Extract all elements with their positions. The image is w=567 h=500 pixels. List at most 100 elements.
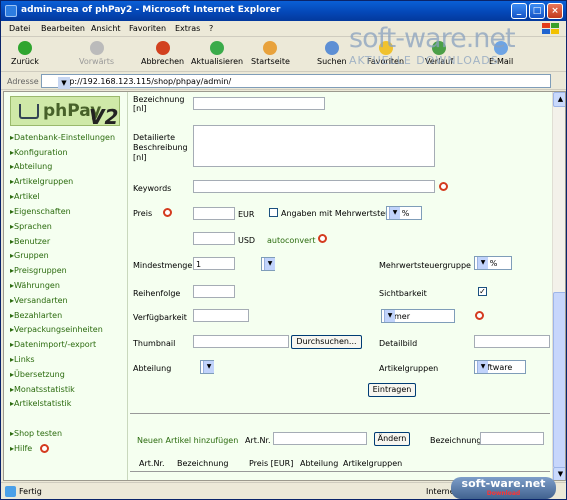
forward-arrow-icon [89,41,104,55]
home-icon [263,41,278,55]
vertical-scrollbar[interactable]: ▲ ▼ [552,92,565,480]
help-lifebuoy-icon[interactable] [40,444,49,453]
reihenfolge-input[interactable] [193,285,235,298]
scroll-up-icon[interactable]: ▲ [553,92,565,107]
address-url: http://192.168.123.115/shop/phpay/admin/ [58,77,232,86]
abteilung-select[interactable]: ▼ [200,360,214,374]
sidebar-item-uebersetzung[interactable]: Übersetzung [10,370,65,379]
search-button[interactable]: Suchen [317,41,347,66]
address-input[interactable]: http://192.168.123.115/shop/phpay/admin/… [41,74,551,89]
sidebar-item-waehrungen[interactable]: Währungen [10,281,60,290]
cart-icon [19,104,39,119]
durchsuchen-button[interactable]: Durchsuchen... [291,335,362,349]
close-button[interactable]: × [547,3,563,19]
keywords-help-icon[interactable] [439,182,448,191]
bezeichnung-search-input[interactable] [480,432,544,445]
home-button[interactable]: Startseite [251,41,290,66]
aendern-button[interactable]: Ändern [374,432,410,446]
preis-help-icon[interactable] [163,208,172,217]
beschreibung-textarea[interactable] [193,125,435,167]
minimize-button[interactable]: _ [511,3,527,19]
mwst-gruppe-label: Mehrwertsteuergruppe [379,261,471,270]
sidebar-item-gruppen[interactable]: Gruppen [10,251,49,260]
keywords-input[interactable] [193,180,435,193]
detailbild-label: Detailbild [379,339,418,348]
sidebar-item-benutzer[interactable]: Benutzer [10,237,50,246]
verfuegbarkeit-select[interactable]: immer ▼ [381,309,455,323]
preis-eur-input[interactable] [193,207,235,220]
sidebar-item-versandarten[interactable]: Versandarten [10,296,68,305]
back-button[interactable]: Zurück [11,41,39,66]
sidebar-item-eigenschaften[interactable]: Eigenschaften [10,207,71,216]
verfuegbarkeit-input[interactable] [193,309,249,322]
back-arrow-icon [17,41,32,55]
artikelgruppen-select[interactable]: Software ▼ [474,360,526,374]
sidebar-item-datenimport[interactable]: Datenimport/-export [10,340,96,349]
verfuegbarkeit-help-icon[interactable] [475,311,484,320]
chevron-down-icon: ▼ [264,258,275,270]
beschreibung-label-2: Beschreibung [133,143,188,152]
sidebar-item-shop-testen[interactable]: Shop testen [10,429,62,438]
sidebar-item-datenbank[interactable]: Datenbank-Einstellungen [10,133,115,142]
beschreibung-label: Detailierte [133,133,176,142]
bezeichnung-input[interactable] [193,97,325,110]
sidebar-item-sprachen[interactable]: Sprachen [10,222,52,231]
sidebar-item-konfiguration[interactable]: Konfiguration [10,148,68,157]
watermark-brand: soft-ware.net [349,23,516,54]
sidebar-item-verpackungseinheiten[interactable]: Verpackungseinheiten [10,325,103,334]
menu-datei[interactable]: Datei [9,24,30,33]
title-bar[interactable]: admin-area of phPay2 - Microsoft Interne… [1,1,566,21]
preis-usd-input[interactable] [193,232,235,245]
bezeichnung-label: Bezeichnung [133,95,185,104]
maximize-button[interactable]: □ [529,3,545,19]
artikelgruppen-label: Artikelgruppen [379,364,439,373]
menu-bearbeiten[interactable]: Bearbeiten [41,24,85,33]
chevron-down-icon: ▼ [477,361,488,373]
mindestmenge-input[interactable]: 1 [193,257,235,270]
mwst-checkbox[interactable] [269,208,278,217]
menu-help[interactable]: ? [209,24,213,33]
col-abteilung: Abteilung [300,459,339,468]
forward-button[interactable]: Vorwärts [79,41,114,66]
scroll-thumb[interactable] [553,292,565,468]
refresh-button[interactable]: Aktualisieren [191,41,243,66]
bezeichnung-search-label: Bezeichnung [430,436,482,445]
col-bezeichnung: Bezeichnung [177,459,229,468]
keywords-label: Keywords [133,184,172,193]
sidebar-item-links[interactable]: Links [10,355,35,364]
windows-logo-icon [542,23,559,34]
menu-ansicht[interactable]: Ansicht [91,24,121,33]
menu-extras[interactable]: Extras [175,24,200,33]
divider [130,413,550,414]
stop-button[interactable]: Abbrechen [141,41,184,66]
chevron-down-icon: ▼ [203,361,214,373]
thumbnail-file-input[interactable] [193,335,289,348]
detailbild-file-input[interactable] [474,335,550,348]
sidebar-item-artikel[interactable]: Artikel [10,192,40,201]
sichtbarkeit-checkbox[interactable]: ✓ [478,287,487,296]
mwst-gruppe-select[interactable]: 16 %▼ [474,256,512,270]
sichtbarkeit-label: Sichtbarkeit [379,289,427,298]
artnr-search-input[interactable] [273,432,367,445]
mwst-select[interactable]: 16 %▼ [386,206,422,220]
autoconvert-label: autoconvert [267,236,316,245]
eintragen-button[interactable]: Eintragen [368,383,416,397]
autoconvert-help-icon[interactable] [318,234,327,243]
page-content: phPay V2 Datenbank-Einstellungen Konfigu… [3,91,566,481]
browser-window: admin-area of phPay2 - Microsoft Interne… [0,0,567,500]
chevron-down-icon: ▼ [389,207,400,219]
sidebar-item-artikelstatistik[interactable]: Artikelstatistik [10,399,71,408]
sidebar-item-artikelgruppen[interactable]: Artikelgruppen [10,177,73,186]
chevron-down-icon: ▼ [477,257,488,269]
neuen-artikel-link[interactable]: Neuen Artikel hinzufügen [137,436,238,445]
beschreibung-nl-label: [nl] [133,153,147,162]
sidebar-item-abteilung[interactable]: Abteilung [10,162,52,171]
mindestmenge-unit-select[interactable]: ▼ [261,257,275,271]
sidebar-item-preisgruppen[interactable]: Preisgruppen [10,266,67,275]
sidebar-item-bezahlarten[interactable]: Bezahlarten [10,311,62,320]
sidebar-item-monatsstatistik[interactable]: Monatsstatistik [10,385,75,394]
address-dropdown-icon[interactable]: ▼ [58,77,70,89]
sidebar-item-hilfe[interactable]: Hilfe [10,444,32,453]
menu-favoriten[interactable]: Favoriten [129,24,166,33]
address-bar: Adresse http://192.168.123.115/shop/phpa… [1,72,566,90]
